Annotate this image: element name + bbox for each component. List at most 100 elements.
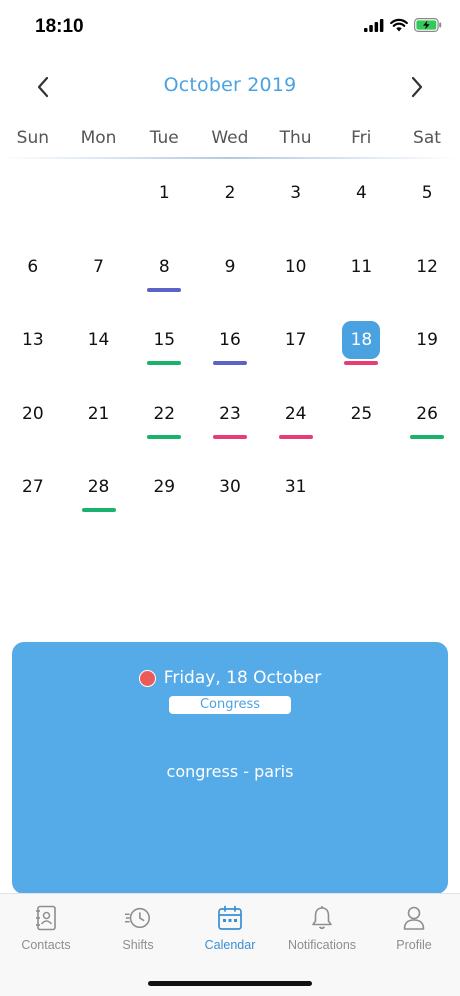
calendar-day-25[interactable]: 25 xyxy=(329,395,395,445)
day-number: 3 xyxy=(290,183,302,203)
weekday-header: Sun Mon Tue Wed Thu Fri Sat xyxy=(0,128,460,158)
event-marker xyxy=(278,434,313,439)
day-number: 6 xyxy=(27,256,39,277)
status-icons xyxy=(364,18,442,32)
tab-notifications[interactable]: Notifications xyxy=(276,904,368,962)
day-number: 10 xyxy=(284,256,307,277)
calendar-day-14[interactable]: 14 xyxy=(66,321,132,371)
day-number: 14 xyxy=(87,330,110,350)
calendar-day-8[interactable]: 8 xyxy=(131,248,197,298)
calendar-day-24[interactable]: 24 xyxy=(263,395,329,445)
event-marker xyxy=(212,361,247,365)
day-number: 27 xyxy=(22,477,44,497)
calendar-day-22[interactable]: 22 xyxy=(131,395,197,445)
calendar-day-29[interactable]: 29 xyxy=(131,468,197,518)
day-number: 7 xyxy=(93,256,104,277)
battery-charging-icon xyxy=(414,18,442,32)
weekday-label: Mon xyxy=(80,128,117,148)
home-indicator xyxy=(148,981,312,986)
tab-label: Shifts xyxy=(122,938,154,952)
calendar-day-11[interactable]: 11 xyxy=(329,248,395,298)
event-date-row: Friday, 18 October xyxy=(12,668,448,688)
day-number: 28 xyxy=(87,477,110,497)
tab-profile[interactable]: Profile xyxy=(368,904,460,962)
next-month-button[interactable] xyxy=(402,72,432,102)
weekday-label: Sat xyxy=(413,128,441,148)
day-number: 5 xyxy=(421,183,433,203)
calendar-day-3[interactable]: 3 xyxy=(263,174,329,224)
day-number: 16 xyxy=(219,330,241,350)
calendar-day-7[interactable]: 7 xyxy=(66,248,132,298)
status-time: 18:10 xyxy=(35,16,84,37)
wifi-icon xyxy=(390,18,408,32)
signal-icon xyxy=(364,18,384,32)
tab-contacts[interactable]: Contacts xyxy=(0,904,92,962)
tab-bar: Contacts Shifts Calendar Notifications P… xyxy=(0,893,460,996)
event-type-badge: Congress xyxy=(169,696,291,714)
chevron-right-icon xyxy=(411,76,423,98)
calendar-day-18[interactable]: 18 xyxy=(329,321,395,371)
calendar-day-4[interactable]: 4 xyxy=(329,174,395,224)
header-divider xyxy=(0,157,460,159)
day-number: 19 xyxy=(416,330,438,350)
day-number: 23 xyxy=(219,403,241,424)
weekday-label: Sun xyxy=(16,128,50,148)
tab-calendar[interactable]: Calendar xyxy=(184,904,276,962)
event-marker xyxy=(147,361,182,365)
calendar-day-30[interactable]: 30 xyxy=(197,468,263,518)
calendar-day-19[interactable]: 19 xyxy=(394,321,460,371)
bell-icon xyxy=(308,904,336,932)
event-card[interactable]: Friday, 18 October Congress congress - p… xyxy=(12,642,448,894)
tab-label: Calendar xyxy=(204,938,256,952)
day-number: 8 xyxy=(158,256,170,277)
day-number: 11 xyxy=(350,256,373,277)
calendar-day-27[interactable]: 27 xyxy=(0,468,66,518)
calendar-day-26[interactable]: 26 xyxy=(394,395,460,445)
day-number: 25 xyxy=(350,403,373,424)
day-number: 18 xyxy=(342,321,381,359)
calendar-day-1[interactable]: 1 xyxy=(131,174,197,224)
day-number: 31 xyxy=(284,477,307,497)
calendar-day-6[interactable]: 6 xyxy=(0,248,66,298)
month-title: October 2019 xyxy=(163,74,297,96)
event-date: Friday, 18 October xyxy=(163,668,322,688)
day-number: 24 xyxy=(284,403,307,424)
event-color-dot xyxy=(138,669,156,687)
event-marker xyxy=(344,361,379,365)
calendar-day-23[interactable]: 23 xyxy=(197,395,263,445)
day-number: 13 xyxy=(22,330,44,350)
calendar-day-5[interactable]: 5 xyxy=(394,174,460,224)
weekday-label: Thu xyxy=(279,128,312,148)
status-bar: 18:10 xyxy=(0,0,460,56)
event-marker xyxy=(147,434,182,439)
calendar-icon xyxy=(216,904,244,932)
day-number: 4 xyxy=(355,183,367,203)
calendar-day-20[interactable]: 20 xyxy=(0,395,66,445)
event-marker xyxy=(212,434,247,439)
calendar-day-31[interactable]: 31 xyxy=(263,468,329,518)
calendar-day-2[interactable]: 2 xyxy=(197,174,263,224)
day-number: 1 xyxy=(158,183,170,203)
event-marker xyxy=(410,434,445,439)
day-number: 2 xyxy=(224,183,236,203)
calendar-day-17[interactable]: 17 xyxy=(263,321,329,371)
calendar-day-28[interactable]: 28 xyxy=(66,468,132,518)
tab-label: Contacts xyxy=(21,938,71,952)
day-number: 9 xyxy=(224,256,236,277)
calendar-day-21[interactable]: 21 xyxy=(66,395,132,445)
tab-label: Notifications xyxy=(287,938,357,952)
calendar-day-10[interactable]: 10 xyxy=(263,248,329,298)
month-header: October 2019 xyxy=(0,62,460,110)
calendar-day-15[interactable]: 15 xyxy=(131,321,197,371)
event-description: congress - paris xyxy=(166,762,294,781)
calendar-day-13[interactable]: 13 xyxy=(0,321,66,371)
calendar-day-16[interactable]: 16 xyxy=(197,321,263,371)
day-number: 29 xyxy=(153,477,176,497)
calendar-day-9[interactable]: 9 xyxy=(197,248,263,298)
contacts-book-icon xyxy=(32,904,60,932)
tab-shifts[interactable]: Shifts xyxy=(92,904,184,962)
weekday-label: Tue xyxy=(149,128,179,148)
day-number: 17 xyxy=(284,330,307,350)
calendar-day-12[interactable]: 12 xyxy=(394,248,460,298)
event-marker xyxy=(81,508,116,512)
